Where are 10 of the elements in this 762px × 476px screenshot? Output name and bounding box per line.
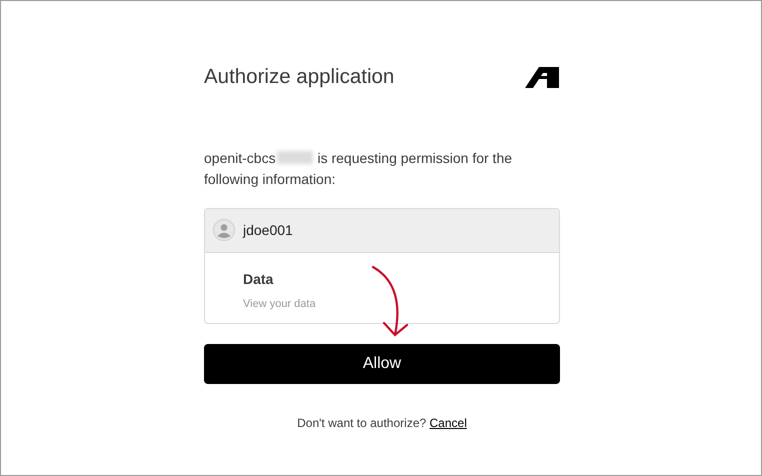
request-message: openit-cbcs is requesting permission for the following information: <box>204 148 514 189</box>
allow-button[interactable]: Allow <box>204 344 560 384</box>
permission-name: Data <box>243 270 274 289</box>
cancel-prompt: Don't want to authorize? <box>297 416 426 430</box>
username: jdoe001 <box>243 220 293 240</box>
avatar-icon <box>213 219 235 242</box>
logo-icon <box>525 66 559 88</box>
cancel-link[interactable]: Cancel <box>430 416 467 430</box>
page-title: Authorize application <box>204 65 394 90</box>
permission-description: View your data <box>243 296 316 312</box>
